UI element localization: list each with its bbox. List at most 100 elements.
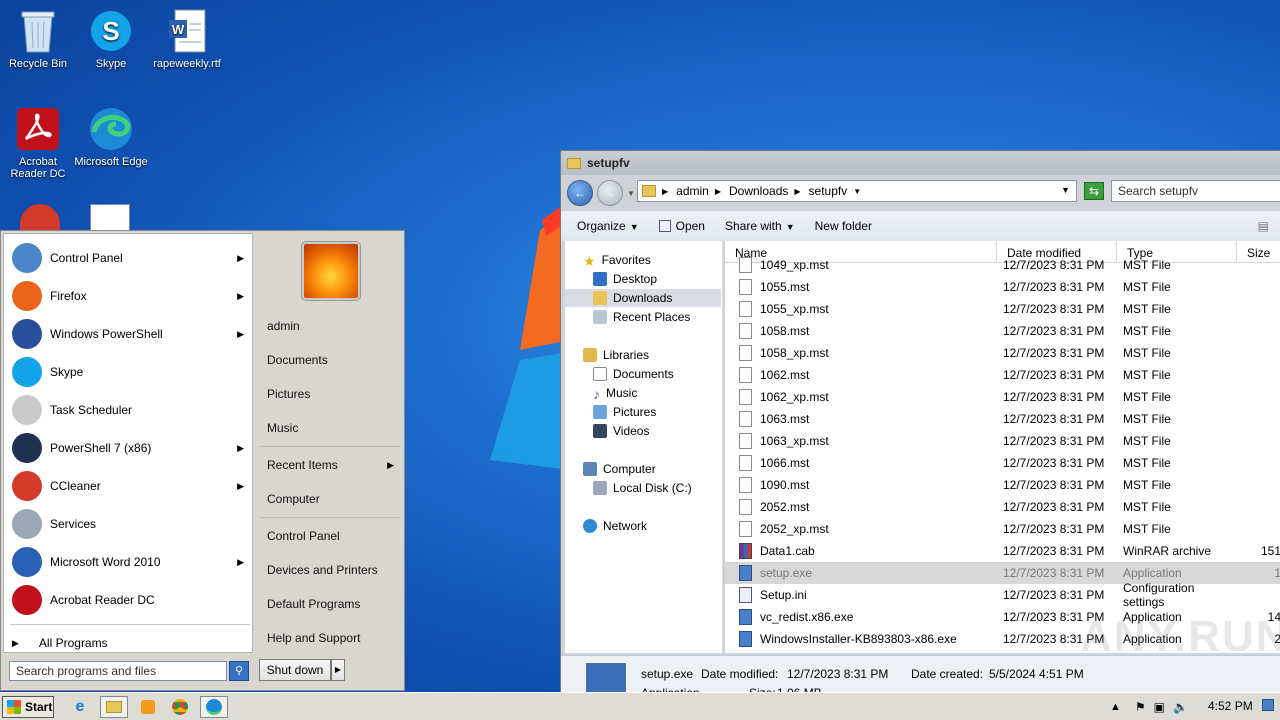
tray-volume-icon[interactable]: 🔈 bbox=[1173, 700, 1188, 714]
view-options-icon[interactable]: ▤ bbox=[1258, 219, 1269, 233]
nav-libraries[interactable]: Libraries bbox=[583, 346, 649, 364]
file-name: 1062_xp.mst bbox=[760, 390, 829, 404]
music-icon: ♪ bbox=[593, 386, 600, 402]
file-row[interactable]: 1062_xp.mst 12/7/2023 8:31 PM MST File 1 bbox=[725, 386, 1280, 408]
start-program-item[interactable]: Control Panel ▶ bbox=[12, 240, 248, 276]
file-row[interactable]: 1049_xp.mst 12/7/2023 8:31 PM MST File 1 bbox=[725, 254, 1280, 276]
link-devices-printers[interactable]: Devices and Printers bbox=[267, 563, 378, 577]
start-program-item[interactable]: Skype bbox=[12, 354, 248, 390]
chevron-right-icon[interactable]: ▶ bbox=[662, 187, 668, 196]
navigation-pane[interactable]: ★ Favorites Desktop Downloads Recent Plac… bbox=[565, 241, 723, 653]
history-dropdown-icon[interactable]: ▼ bbox=[627, 189, 635, 198]
file-row[interactable]: 1062.mst 12/7/2023 8:31 PM MST File 1 bbox=[725, 364, 1280, 386]
link-documents[interactable]: Documents bbox=[267, 353, 328, 367]
chevron-down-icon[interactable]: ▼ bbox=[853, 187, 861, 196]
link-pictures[interactable]: Pictures bbox=[267, 387, 310, 401]
link-computer[interactable]: Computer bbox=[267, 492, 320, 506]
search-icon[interactable]: ⚲ bbox=[229, 661, 249, 681]
start-program-item[interactable]: Acrobat Reader DC bbox=[12, 582, 248, 618]
file-row[interactable]: 1063.mst 12/7/2023 8:31 PM MST File 1 bbox=[725, 408, 1280, 430]
desktop-icon-acrobat[interactable]: Acrobat Reader DC bbox=[0, 106, 76, 180]
nav-desktop[interactable]: Desktop bbox=[593, 270, 657, 288]
desktop-icon-label: rapeweekly.rtf bbox=[153, 58, 221, 70]
organize-button[interactable]: Organize ▼ bbox=[577, 219, 639, 233]
start-program-item[interactable]: Windows PowerShell ▶ bbox=[12, 316, 248, 352]
search-input[interactable]: Search setupfv bbox=[1111, 180, 1280, 202]
user-avatar[interactable] bbox=[302, 242, 360, 300]
chevron-right-icon[interactable]: ▶ bbox=[794, 187, 800, 196]
link-help-support[interactable]: Help and Support bbox=[267, 631, 360, 645]
file-row[interactable]: 2052.mst 12/7/2023 8:31 PM MST File 1 bbox=[725, 496, 1280, 518]
file-row[interactable]: Setup.ini 12/7/2023 8:31 PM Configuration … bbox=[725, 581, 1280, 609]
breadcrumb-admin[interactable]: admin bbox=[676, 184, 709, 198]
chevron-right-icon[interactable]: ▶ bbox=[715, 187, 721, 196]
nav-downloads[interactable]: Downloads bbox=[565, 289, 721, 307]
start-search-input[interactable]: Search programs and files bbox=[9, 661, 227, 681]
nav-computer[interactable]: Computer bbox=[583, 460, 656, 478]
taskbar-ie-icon[interactable]: e bbox=[66, 696, 94, 718]
window-titlebar[interactable]: setupfv bbox=[561, 151, 1280, 175]
file-row[interactable]: 1090.mst 12/7/2023 8:31 PM MST File 1 bbox=[725, 474, 1280, 496]
desktop-icon-rapeweekly-rtf[interactable]: W rapeweekly.rtf bbox=[149, 8, 225, 70]
link-admin[interactable]: admin bbox=[267, 319, 300, 333]
start-button[interactable]: Start bbox=[2, 696, 54, 718]
nav-documents[interactable]: Documents bbox=[593, 365, 674, 383]
nav-favorites[interactable]: ★ Favorites bbox=[583, 251, 651, 269]
taskbar-edge-icon[interactable] bbox=[200, 696, 228, 718]
nav-local-disk[interactable]: Local Disk (C:) bbox=[593, 479, 692, 497]
shutdown-button[interactable]: Shut down bbox=[259, 659, 331, 681]
show-desktop-icon[interactable] bbox=[1262, 699, 1274, 711]
file-date: 12/7/2023 8:31 PM bbox=[1003, 280, 1105, 294]
details-name: setup.exe bbox=[641, 667, 694, 681]
desktop-icon-skype[interactable]: S Skype bbox=[73, 8, 149, 70]
start-program-item[interactable]: Task Scheduler bbox=[12, 392, 248, 428]
open-button[interactable]: Open bbox=[658, 219, 705, 233]
link-recent-items[interactable]: Recent Items bbox=[267, 458, 338, 472]
file-row[interactable]: 2052_xp.mst 12/7/2023 8:31 PM MST File 1 bbox=[725, 518, 1280, 540]
desktop-icon-edge[interactable]: Microsoft Edge bbox=[73, 106, 149, 168]
chevron-right-icon: ▶ bbox=[237, 556, 244, 567]
taskbar-media-player-icon[interactable] bbox=[134, 696, 162, 718]
start-program-item[interactable]: Firefox ▶ bbox=[12, 278, 248, 314]
link-control-panel[interactable]: Control Panel bbox=[267, 529, 340, 543]
start-program-item[interactable]: Microsoft Word 2010 ▶ bbox=[12, 544, 248, 580]
file-list[interactable]: Name Date modified Type Size 1049_xp.mst… bbox=[725, 241, 1280, 653]
start-program-item[interactable]: PowerShell 7 (x86) ▶ bbox=[12, 430, 248, 466]
all-programs-button[interactable]: ▶ All Programs bbox=[12, 634, 248, 652]
nav-pictures[interactable]: Pictures bbox=[593, 403, 656, 421]
start-program-item[interactable]: CCleaner ▶ bbox=[12, 468, 248, 504]
file-row[interactable]: 1066.mst 12/7/2023 8:31 PM MST File 1 bbox=[725, 452, 1280, 474]
nav-videos[interactable]: Videos bbox=[593, 422, 649, 440]
file-row[interactable]: 1055_xp.mst 12/7/2023 8:31 PM MST File 1 bbox=[725, 298, 1280, 320]
taskbar-explorer-icon[interactable] bbox=[100, 696, 128, 718]
file-size: 1 bbox=[1237, 368, 1280, 382]
address-dropdown-icon[interactable]: ▼ bbox=[1061, 185, 1070, 195]
breadcrumb-setupfv[interactable]: setupfv bbox=[809, 184, 848, 198]
tray-network-icon[interactable]: ▣ bbox=[1154, 700, 1165, 714]
link-music[interactable]: Music bbox=[267, 421, 298, 435]
file-row[interactable]: 1055.mst 12/7/2023 8:31 PM MST File 1 bbox=[725, 276, 1280, 298]
breadcrumb-downloads[interactable]: Downloads bbox=[729, 184, 788, 198]
nav-network[interactable]: Network bbox=[583, 517, 647, 535]
shutdown-options-icon[interactable]: ▶ bbox=[331, 659, 345, 681]
file-type: MST File bbox=[1123, 456, 1171, 470]
share-with-button[interactable]: Share with ▼ bbox=[725, 219, 795, 233]
refresh-button[interactable]: ⇆ bbox=[1084, 182, 1104, 200]
clock[interactable]: 4:52 PM bbox=[1208, 699, 1253, 713]
file-row[interactable]: Data1.cab 12/7/2023 8:31 PM WinRAR archive… bbox=[725, 540, 1280, 562]
tray-expand-icon[interactable]: ▲ bbox=[1110, 701, 1121, 713]
file-row[interactable]: 1058.mst 12/7/2023 8:31 PM MST File 1 bbox=[725, 320, 1280, 342]
back-button[interactable]: ← bbox=[567, 180, 593, 206]
new-folder-button[interactable]: New folder bbox=[815, 219, 872, 233]
taskbar-chrome-icon[interactable] bbox=[166, 696, 194, 718]
forward-button[interactable]: → bbox=[597, 180, 623, 206]
address-bar[interactable]: ▶ admin ▶ Downloads ▶ setupfv ▼ ▼ bbox=[637, 180, 1077, 202]
tray-flag-icon[interactable]: ⚑ bbox=[1135, 700, 1146, 714]
start-program-item[interactable]: Services bbox=[12, 506, 248, 542]
link-default-programs[interactable]: Default Programs bbox=[267, 597, 360, 611]
file-row[interactable]: 1063_xp.mst 12/7/2023 8:31 PM MST File 1 bbox=[725, 430, 1280, 452]
file-row[interactable]: 1058_xp.mst 12/7/2023 8:31 PM MST File 1 bbox=[725, 342, 1280, 364]
desktop-icon-recycle-bin[interactable]: Recycle Bin bbox=[0, 8, 76, 70]
nav-music[interactable]: ♪ Music bbox=[593, 384, 637, 402]
nav-recent-places[interactable]: Recent Places bbox=[593, 308, 690, 326]
